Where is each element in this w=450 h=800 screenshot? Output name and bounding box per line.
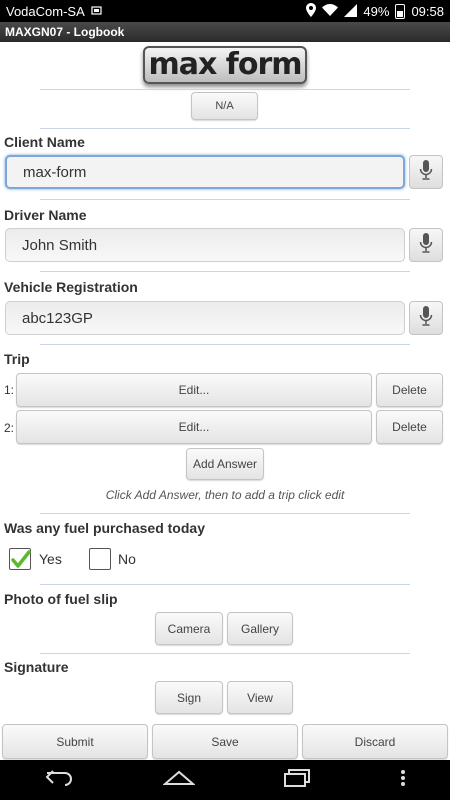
- screenshot-icon: [91, 5, 102, 18]
- battery-percent: 49%: [363, 3, 390, 19]
- trip-row-number: 2:: [4, 421, 15, 435]
- add-answer-button[interactable]: Add Answer: [186, 448, 264, 480]
- trip-2-delete-button[interactable]: Delete: [376, 410, 443, 444]
- divider: [40, 344, 410, 345]
- signature-label: Signature: [4, 659, 69, 675]
- trip-1-delete-button[interactable]: Delete: [376, 373, 443, 407]
- system-nav-bar: [0, 760, 450, 800]
- location-icon: [306, 3, 317, 19]
- view-button[interactable]: View: [227, 681, 293, 714]
- fuel-no-checkbox[interactable]: [89, 548, 111, 570]
- microphone-icon: [419, 305, 433, 332]
- logo-text: max form: [148, 47, 302, 82]
- trip-hint: Click Add Answer, then to add a trip cli…: [105, 488, 345, 502]
- driver-name-mic-button[interactable]: [409, 228, 443, 262]
- app-title: MAXGN07 - Logbook: [0, 22, 450, 42]
- maxform-logo: max form: [143, 46, 307, 84]
- na-button[interactable]: N/A: [191, 92, 258, 120]
- carrier-name: VodaCom-SA: [6, 3, 85, 19]
- camera-button[interactable]: Camera: [155, 612, 223, 645]
- checkmark-icon: [10, 550, 32, 575]
- home-icon[interactable]: [162, 770, 196, 791]
- fuel-yes-label: Yes: [39, 551, 62, 567]
- vehicle-registration-mic-button[interactable]: [409, 301, 443, 335]
- discard-button[interactable]: Discard: [302, 724, 448, 759]
- client-name-field[interactable]: max-form: [5, 155, 405, 189]
- photo-label: Photo of fuel slip: [4, 591, 118, 607]
- driver-name-field[interactable]: John Smith: [5, 228, 405, 262]
- battery-icon: [395, 3, 406, 19]
- vehicle-registration-label: Vehicle Registration: [4, 279, 138, 295]
- microphone-icon: [419, 232, 433, 259]
- fuel-question-label: Was any fuel purchased today: [4, 520, 205, 536]
- driver-name-label: Driver Name: [4, 207, 87, 223]
- trip-2-edit-button[interactable]: Edit...: [16, 410, 372, 444]
- fuel-no-label: No: [118, 551, 136, 567]
- recent-apps-icon[interactable]: [283, 768, 311, 792]
- divider: [40, 653, 410, 654]
- trip-label: Trip: [4, 351, 30, 367]
- back-icon[interactable]: [44, 769, 74, 792]
- divider: [40, 199, 410, 200]
- divider: [40, 89, 410, 90]
- divider: [40, 271, 410, 272]
- fuel-yes-checkbox[interactable]: [9, 548, 31, 570]
- divider: [40, 513, 410, 514]
- save-button[interactable]: Save: [152, 724, 298, 759]
- status-bar: VodaCom-SA 49% 09:58: [0, 0, 450, 22]
- gallery-button[interactable]: Gallery: [227, 612, 293, 645]
- clock: 09:58: [411, 3, 444, 19]
- client-name-label: Client Name: [4, 134, 85, 150]
- trip-1-edit-button[interactable]: Edit...: [16, 373, 372, 407]
- wifi-icon: [322, 4, 339, 18]
- menu-icon[interactable]: [400, 769, 406, 792]
- divider: [40, 128, 410, 129]
- submit-button[interactable]: Submit: [2, 724, 148, 759]
- client-name-mic-button[interactable]: [409, 155, 443, 189]
- vehicle-registration-field[interactable]: abc123GP: [5, 301, 405, 335]
- trip-row-number: 1:: [4, 383, 15, 397]
- divider: [40, 584, 410, 585]
- sign-button[interactable]: Sign: [155, 681, 223, 714]
- microphone-icon: [419, 159, 433, 186]
- signal-icon: [344, 3, 358, 19]
